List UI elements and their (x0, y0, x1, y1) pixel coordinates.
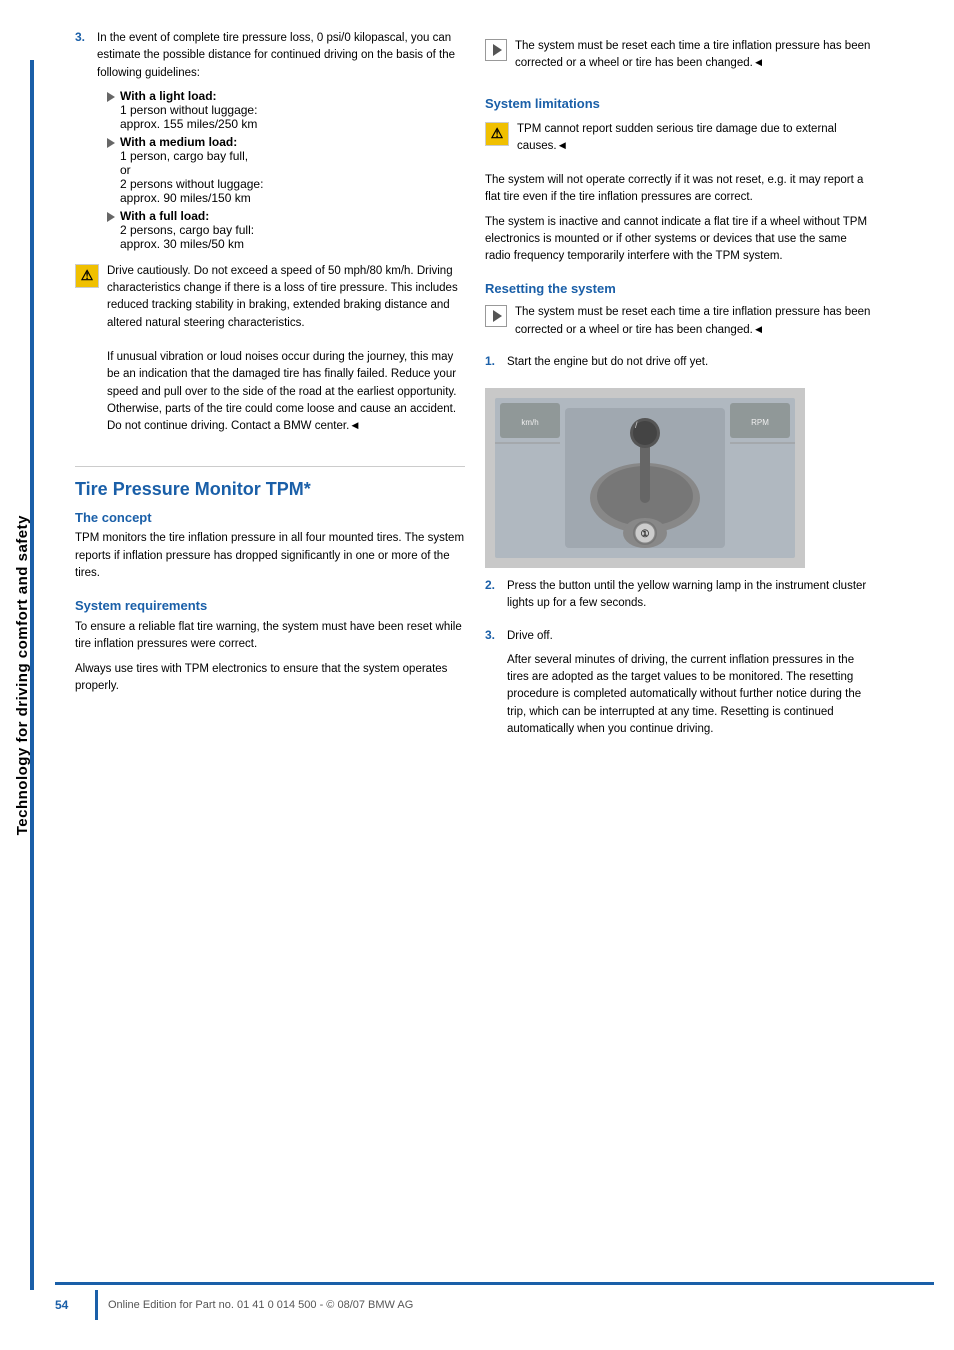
sys-req-heading: System requirements (75, 598, 465, 613)
sys-lim-heading: System limitations (485, 96, 875, 111)
sub-item-medium-load: With a medium load: 1 person, cargo bay … (107, 135, 465, 205)
step-3-number: 3. (485, 628, 501, 746)
bullet-triangle-medium (107, 138, 115, 148)
warning-text-1: Drive cautiously. Do not exceed a speed … (107, 263, 465, 436)
footer-bar (95, 1290, 98, 1320)
reset-step-3: 3. Drive off. After several minutes of d… (485, 628, 875, 746)
reset-step-2: 2. Press the button until the yellow war… (485, 578, 875, 620)
step-3-content: Drive off. After several minutes of driv… (507, 628, 875, 746)
sidebar: Technology for driving comfort and safet… (0, 0, 45, 1350)
bullet-triangle-full (107, 212, 115, 222)
warning-box-2: ⚠ TPM cannot report sudden serious tire … (485, 121, 875, 163)
note-box-2: The system must be reset each time a tir… (485, 304, 875, 346)
reset-step-1: 1. Start the engine but do not drive off… (485, 354, 875, 378)
step-3-text: Drive off. (507, 628, 875, 645)
end-mark-2: ◄ (753, 57, 764, 69)
step-1-text: Start the engine but do not drive off ye… (507, 354, 875, 371)
footer: 54 Online Edition for Part no. 01 41 0 0… (55, 1282, 934, 1320)
item-3-content: In the event of complete tire pressure l… (97, 30, 465, 253)
gear-image: ① km/h RPM / (485, 388, 805, 568)
right-column: The system must be reset each time a tir… (485, 30, 875, 753)
sys-lim-para2: The system is inactive and cannot indica… (485, 214, 875, 266)
concept-body: TPM monitors the tire inflation pressure… (75, 530, 465, 582)
light-load-body: 1 person without luggage:approx. 155 mil… (120, 103, 257, 131)
reset-heading: Resetting the system (485, 281, 875, 296)
step-3-detail: After several minutes of driving, the cu… (507, 652, 875, 738)
svg-text:①: ① (641, 529, 650, 540)
step-2-number: 2. (485, 578, 501, 620)
full-load-body: 2 persons, cargo bay full:approx. 30 mil… (120, 223, 254, 251)
bullet-triangle-light (107, 92, 115, 102)
note-triangle-icon-1 (485, 39, 507, 61)
page-number: 54 (55, 1298, 85, 1312)
sys-req-para1: To ensure a reliable flat tire warning, … (75, 619, 465, 654)
warning-icon-1: ⚠ (75, 264, 99, 288)
main-content: 3. In the event of complete tire pressur… (55, 0, 954, 773)
warning-box-1: ⚠ Drive cautiously. Do not exceed a spee… (75, 263, 465, 443)
reset-note: The system must be reset each time a tir… (515, 304, 875, 339)
sub-item-full-load: With a full load: 2 persons, cargo bay f… (107, 209, 465, 251)
note-box-1: The system must be reset each time a tir… (485, 38, 875, 80)
gear-svg: ① km/h RPM / (485, 388, 805, 568)
end-mark-1: ◄ (349, 420, 360, 432)
step-2-text: Press the button until the yellow warnin… (507, 578, 875, 613)
list-item-3: 3. In the event of complete tire pressur… (75, 30, 465, 253)
end-mark-4: ◄ (753, 324, 764, 336)
light-load-title: With a light load: (120, 89, 217, 103)
svg-text:RPM: RPM (751, 418, 769, 427)
warning-icon-2: ⚠ (485, 122, 509, 146)
full-load-title: With a full load: (120, 209, 209, 223)
sys-lim-para1: The system will not operate correctly if… (485, 172, 875, 207)
medium-load-content: With a medium load: 1 person, cargo bay … (120, 135, 465, 205)
svg-text:km/h: km/h (521, 418, 538, 427)
sidebar-label: Technology for driving comfort and safet… (14, 515, 31, 835)
left-column: 3. In the event of complete tire pressur… (75, 30, 465, 753)
sidebar-bar (30, 60, 34, 1290)
footer-text: Online Edition for Part no. 01 41 0 014 … (108, 1299, 413, 1311)
medium-load-body: 1 person, cargo bay full,or2 persons wit… (120, 149, 263, 205)
note-text-1: The system must be reset each time a tir… (515, 38, 875, 73)
sys-lim-warning: TPM cannot report sudden serious tire da… (517, 121, 875, 156)
full-load-content: With a full load: 2 persons, cargo bay f… (120, 209, 465, 251)
end-mark-3: ◄ (557, 140, 568, 152)
concept-heading: The concept (75, 510, 465, 525)
sys-req-para2: Always use tires with TPM electronics to… (75, 661, 465, 696)
main-title: Tire Pressure Monitor TPM* (75, 466, 465, 500)
sub-item-light-load: With a light load: 1 person without lugg… (107, 89, 465, 131)
note-triangle-icon-2 (485, 305, 507, 327)
item-3-number: 3. (75, 30, 91, 253)
item-3-intro: In the event of complete tire pressure l… (97, 30, 465, 82)
step-1-number: 1. (485, 354, 501, 378)
light-load-content: With a light load: 1 person without lugg… (120, 89, 465, 131)
medium-load-title: With a medium load: (120, 135, 237, 149)
